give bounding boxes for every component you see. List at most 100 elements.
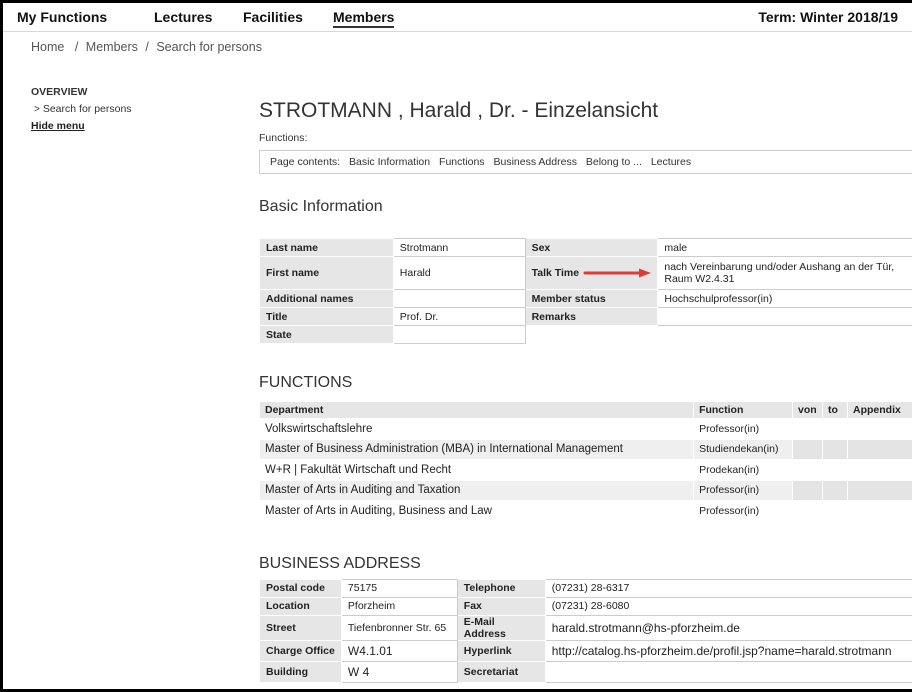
chevron-right-icon: > <box>34 104 40 115</box>
page-contents-link-business-address[interactable]: Business Address <box>493 156 576 168</box>
term-indicator: Term: Winter 2018/19 <box>758 9 898 25</box>
arrow-right-icon <box>583 268 651 278</box>
appendix-cell <box>847 459 912 481</box>
breadcrumb: Home / Members / Search for persons <box>31 40 262 54</box>
appendix-cell <box>847 500 912 522</box>
function-cell: Professor(in) <box>693 500 794 522</box>
function-cell: Prodekan(in) <box>693 459 794 481</box>
hyperlink-link[interactable]: http://catalog.hs-pforzheim.de/profil.js… <box>544 639 912 662</box>
street-label: Street <box>259 614 342 641</box>
von-cell <box>792 418 824 440</box>
basic-information-table: Last name Strotmann Sex male First name … <box>259 238 912 344</box>
von-cell <box>792 479 824 501</box>
state-value <box>392 325 526 344</box>
street-value: Tiefenbronner Str. 65 <box>340 614 458 641</box>
column-header-appendix[interactable]: Appendix <box>847 401 912 419</box>
fax-label: Fax <box>456 596 546 616</box>
column-header-function[interactable]: Function <box>693 401 794 419</box>
business-address-table: Postal code 75175 Telephone (07231) 28-6… <box>259 578 912 683</box>
sex-value: male <box>657 238 912 257</box>
to-cell <box>822 479 848 501</box>
nav-lectures[interactable]: Lectures <box>154 9 212 25</box>
department-cell: Volkswirtschaftslehre <box>258 418 695 440</box>
telephone-label: Telephone <box>456 578 546 598</box>
column-header-von[interactable]: von <box>792 401 824 419</box>
breadcrumb-current: Search for persons <box>156 40 262 54</box>
talk-time-label-text: Talk Time <box>531 267 580 279</box>
top-navigation: My Functions Lectures Facilities Members… <box>3 3 912 32</box>
last-name-value: Strotmann <box>392 238 526 257</box>
postal-code-value: 75175 <box>340 578 458 598</box>
breadcrumb-separator: / <box>145 40 149 54</box>
table-row: W+R | Fakultät Wirtschaft und Recht Prod… <box>258 459 912 481</box>
page-contents-link-basic-information[interactable]: Basic Information <box>349 156 430 168</box>
business-address-heading: BUSINESS ADDRESS <box>259 554 421 572</box>
sidebar-item-search-for-persons[interactable]: > Search for persons <box>34 103 231 115</box>
department-cell: Master of Arts in Auditing and Taxation <box>258 479 695 501</box>
email-link[interactable]: harald.strotmann@hs-pforzheim.de <box>544 614 912 641</box>
to-cell <box>822 438 848 460</box>
page-contents-link-lectures[interactable]: Lectures <box>651 156 691 168</box>
functions-table: Department Function von to Appendix Volk… <box>258 401 912 522</box>
column-header-to[interactable]: to <box>822 401 848 419</box>
column-header-department[interactable]: Department <box>258 401 695 419</box>
nav-members[interactable]: Members <box>333 9 395 28</box>
title-value: Prof. Dr. <box>392 307 526 326</box>
table-row: Volkswirtschaftslehre Professor(in) <box>258 418 912 440</box>
page-contents-label: Page contents: <box>270 156 341 168</box>
location-label: Location <box>259 596 342 616</box>
additional-names-label: Additional names <box>259 289 394 308</box>
von-cell <box>792 459 824 481</box>
nav-my-functions[interactable]: My Functions <box>17 9 107 25</box>
appendix-cell <box>847 479 912 501</box>
remarks-label: Remarks <box>524 307 659 326</box>
sidebar: OVERVIEW > Search for persons Hide menu <box>31 86 231 132</box>
sidebar-item-label: Search for persons <box>42 103 132 115</box>
to-cell <box>822 500 848 522</box>
to-cell <box>822 459 848 481</box>
page-contents-bar: Page contents: Basic Information Functio… <box>259 150 912 174</box>
breadcrumb-members[interactable]: Members <box>86 40 138 54</box>
page-contents-link-belong-to[interactable]: Belong to ... <box>586 156 642 168</box>
charge-office-label: Charge Office <box>259 639 342 662</box>
hide-menu-link[interactable]: Hide menu <box>31 120 231 132</box>
table-row: Master of Arts in Auditing and Taxation … <box>258 479 912 501</box>
appendix-cell <box>847 438 912 460</box>
empty-cell <box>657 325 912 344</box>
department-cell: Master of Arts in Auditing, Business and… <box>258 500 695 522</box>
postal-code-label: Postal code <box>259 578 342 598</box>
first-name-value: Harald <box>392 256 526 290</box>
hyperlink-label: Hyperlink <box>456 639 546 662</box>
nav-facilities[interactable]: Facilities <box>243 9 303 25</box>
building-value: W 4 <box>340 660 458 683</box>
main-content: STROTMANN , Harald , Dr. - Einzelansicht… <box>258 99 912 683</box>
remarks-value <box>657 307 912 326</box>
fax-value: (07231) 28-6080 <box>544 596 912 616</box>
additional-names-value <box>392 289 526 308</box>
function-cell: Professor(in) <box>693 479 794 501</box>
member-status-label: Member status <box>524 289 659 308</box>
secretariat-value <box>544 660 912 683</box>
table-row: Master of Arts in Auditing, Business and… <box>258 500 912 522</box>
talk-time-value: nach Vereinbarung und/oder Aushang an de… <box>657 256 912 290</box>
page-title: STROTMANN , Harald , Dr. - Einzelansicht <box>259 99 659 122</box>
basic-information-heading: Basic Information <box>259 198 383 215</box>
department-cell: W+R | Fakultät Wirtschaft und Recht <box>258 459 695 481</box>
talk-time-label: Talk Time <box>524 256 659 290</box>
page-frame: My Functions Lectures Facilities Members… <box>0 0 912 692</box>
function-cell: Professor(in) <box>693 418 794 440</box>
empty-cell <box>525 325 658 344</box>
breadcrumb-home[interactable]: Home <box>31 40 64 54</box>
breadcrumb-separator: / <box>74 40 79 54</box>
secretariat-label: Secretariat <box>456 660 546 683</box>
function-cell: Studiendekan(in) <box>693 438 794 460</box>
building-label: Building <box>259 660 342 683</box>
telephone-value: (07231) 28-6317 <box>544 578 912 598</box>
sidebar-overview-heading: OVERVIEW <box>31 86 88 98</box>
to-cell <box>822 418 848 440</box>
page-contents-link-functions[interactable]: Functions <box>439 156 485 168</box>
state-label: State <box>259 325 394 344</box>
department-cell: Master of Business Administration (MBA) … <box>258 438 695 460</box>
von-cell <box>792 500 824 522</box>
member-status-value: Hochschulprofessor(in) <box>657 289 912 308</box>
